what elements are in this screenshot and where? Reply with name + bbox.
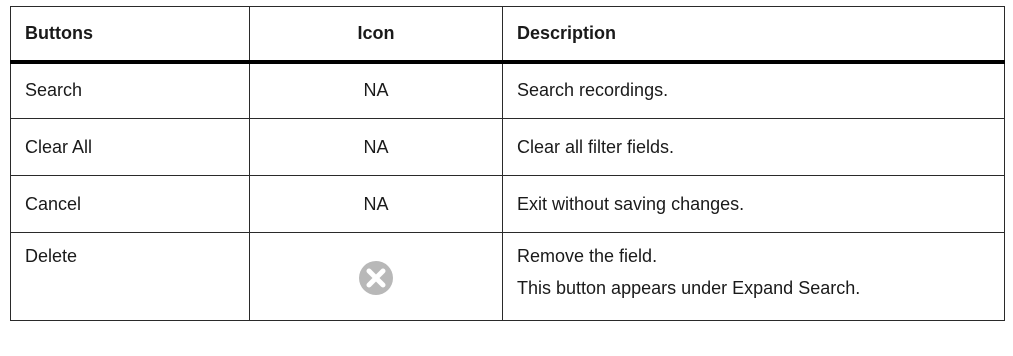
row-button-name: Search <box>10 61 250 119</box>
row-icon-value: NA <box>249 118 503 176</box>
row-button-name: Delete <box>10 232 250 321</box>
row-icon-value: NA <box>249 61 503 119</box>
row-icon-value: NA <box>249 175 503 233</box>
header-row: Buttons Icon Description <box>10 6 1005 64</box>
header-icon: Icon <box>249 6 503 64</box>
row-description: Search recordings. <box>502 61 1005 119</box>
table-row: Search NA Search recordings. <box>10 61 1005 119</box>
row-description: Remove the field. This button appears un… <box>502 232 1005 321</box>
row-button-name: Clear All <box>10 118 250 176</box>
table-row: Clear All NA Clear all filter fields. <box>10 118 1005 176</box>
header-buttons: Buttons <box>10 6 250 64</box>
row-description: Exit without saving changes. <box>502 175 1005 233</box>
description-line: Remove the field. <box>517 246 658 266</box>
header-description: Description <box>502 6 1005 64</box>
delete-x-icon <box>358 260 394 296</box>
table-row: Cancel NA Exit without saving changes. <box>10 175 1005 233</box>
row-icon-cell <box>249 232 503 321</box>
buttons-table: Buttons Icon Description Search NA Searc… <box>10 6 1005 321</box>
description-line: This button appears under Expand Search. <box>517 278 861 298</box>
table-row: Delete Remove the field. This button app… <box>10 232 1005 321</box>
row-description: Clear all filter fields. <box>502 118 1005 176</box>
row-button-name: Cancel <box>10 175 250 233</box>
